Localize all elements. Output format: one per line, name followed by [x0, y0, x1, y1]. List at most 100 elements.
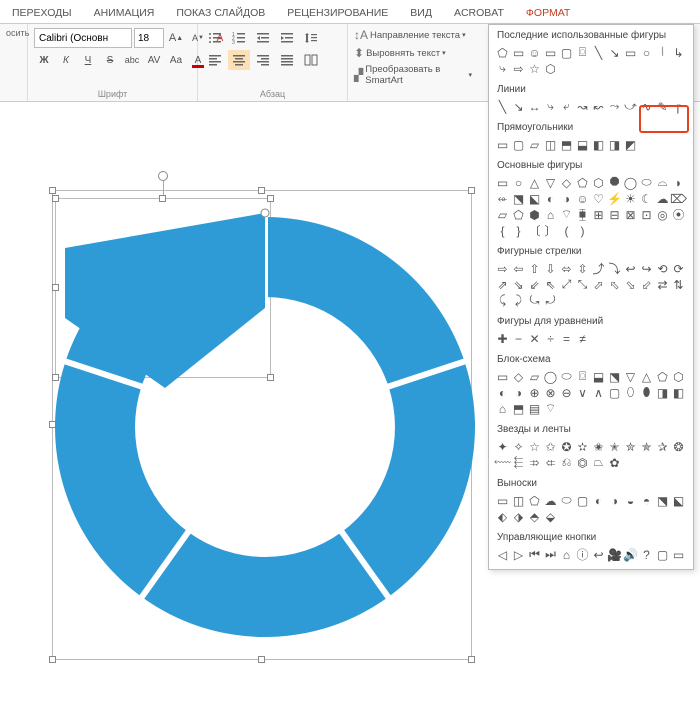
- c13[interactable]: ⬖: [495, 509, 510, 524]
- b32[interactable]: ⊟: [607, 207, 622, 222]
- rect-6[interactable]: ⬓: [575, 137, 590, 152]
- a21[interactable]: ⬂: [623, 277, 638, 292]
- a8[interactable]: ⤵: [607, 261, 622, 276]
- a7[interactable]: ⤴: [591, 261, 606, 276]
- line-6[interactable]: ↝: [575, 99, 590, 114]
- b35[interactable]: ◎: [655, 207, 670, 222]
- ab10[interactable]: ?: [639, 547, 654, 562]
- c9[interactable]: ◒: [623, 493, 638, 508]
- line-4[interactable]: ⤷: [543, 99, 558, 114]
- f14[interactable]: ◑: [511, 385, 526, 400]
- ab3[interactable]: ⏮: [527, 547, 542, 562]
- a5[interactable]: ⬄: [559, 261, 574, 276]
- c5[interactable]: ⬭: [559, 493, 574, 508]
- b25[interactable]: ▱: [495, 207, 510, 222]
- a20[interactable]: ⬁: [607, 277, 622, 292]
- convert-smartart-button[interactable]: ▞ Преобразовать в SmartArt ▾: [354, 64, 472, 86]
- shape-arrow-r[interactable]: ⇨: [511, 61, 526, 76]
- tab-acrobat[interactable]: ACROBAT: [452, 3, 506, 23]
- b17[interactable]: ◑: [559, 191, 574, 206]
- f7[interactable]: ⬓: [591, 369, 606, 384]
- eq4[interactable]: ÷: [543, 331, 558, 346]
- align-center-button[interactable]: [228, 50, 250, 70]
- b18[interactable]: ☺: [575, 191, 590, 206]
- f17[interactable]: ⊖: [559, 385, 574, 400]
- shape-arrow-line[interactable]: ↘: [607, 45, 622, 60]
- f4[interactable]: ◯: [543, 369, 558, 384]
- f13[interactable]: ◐: [495, 385, 510, 400]
- line-freeform[interactable]: ✎: [655, 99, 670, 114]
- eq5[interactable]: =: [559, 331, 574, 346]
- rect-9[interactable]: ◩: [623, 137, 638, 152]
- s17[interactable]: ⎌: [559, 455, 574, 470]
- b5[interactable]: ◇: [559, 175, 574, 190]
- rect-2[interactable]: ▢: [511, 137, 526, 152]
- rect-7[interactable]: ◧: [591, 137, 606, 152]
- b2[interactable]: ○: [511, 175, 526, 190]
- b14[interactable]: ⬔: [511, 191, 526, 206]
- numbering-button[interactable]: 123: [228, 28, 250, 48]
- shape-brace[interactable]: ⦚: [655, 45, 670, 60]
- b21[interactable]: ☀: [623, 191, 638, 206]
- f9[interactable]: ▽: [623, 369, 638, 384]
- eq6[interactable]: ≠: [575, 331, 590, 346]
- f11[interactable]: ⬠: [655, 369, 670, 384]
- font-size-combo[interactable]: [134, 28, 164, 48]
- c7[interactable]: ◐: [591, 493, 606, 508]
- f6[interactable]: ⌼: [575, 369, 590, 384]
- f5[interactable]: ⬭: [559, 369, 574, 384]
- strike-button[interactable]: S: [100, 50, 120, 70]
- line-9[interactable]: ⤻: [623, 99, 638, 114]
- line-1[interactable]: ╲: [495, 99, 510, 114]
- b33[interactable]: ⊠: [623, 207, 638, 222]
- line-7[interactable]: ↜: [591, 99, 606, 114]
- tab-review[interactable]: РЕЦЕНЗИРОВАНИЕ: [285, 3, 390, 23]
- a11[interactable]: ⟲: [655, 261, 670, 276]
- b27[interactable]: ⬢: [527, 207, 542, 222]
- shape-hex[interactable]: ⬡: [543, 61, 558, 76]
- f8[interactable]: ⬔: [607, 369, 622, 384]
- a27[interactable]: ⤿: [527, 293, 542, 308]
- b15[interactable]: ⬕: [527, 191, 542, 206]
- b16[interactable]: ◐: [543, 191, 558, 206]
- f2[interactable]: ◇: [511, 369, 526, 384]
- bullets-button[interactable]: [204, 28, 226, 48]
- ab9[interactable]: 🔊: [623, 547, 638, 562]
- font-name-combo[interactable]: [34, 28, 132, 48]
- b37[interactable]: {: [495, 223, 510, 238]
- columns-button[interactable]: [300, 50, 322, 70]
- a4[interactable]: ⇩: [543, 261, 558, 276]
- eq3[interactable]: ✕: [527, 331, 542, 346]
- a10[interactable]: ↪: [639, 261, 654, 276]
- c14[interactable]: ⬗: [511, 509, 526, 524]
- f23[interactable]: ◨: [655, 385, 670, 400]
- grow-font-button[interactable]: A▲: [166, 28, 186, 48]
- char-spacing-button[interactable]: AV: [144, 50, 164, 70]
- tab-view[interactable]: ВИД: [408, 3, 434, 23]
- line-2[interactable]: ↘: [511, 99, 526, 114]
- s16[interactable]: ⤂: [543, 455, 558, 470]
- c6[interactable]: ▢: [575, 493, 590, 508]
- a1[interactable]: ⇨: [495, 261, 510, 276]
- f16[interactable]: ⊗: [543, 385, 558, 400]
- b19[interactable]: ♡: [591, 191, 606, 206]
- a22[interactable]: ⬃: [639, 277, 654, 292]
- c15[interactable]: ⬘: [527, 509, 542, 524]
- s6[interactable]: ✫: [575, 439, 590, 454]
- s2[interactable]: ✧: [511, 439, 526, 454]
- s1[interactable]: ✦: [495, 439, 510, 454]
- b29[interactable]: ⌔: [559, 207, 574, 222]
- f26[interactable]: ⬒: [511, 401, 526, 416]
- shape-rect[interactable]: ▭: [543, 45, 558, 60]
- change-case-button[interactable]: Aa: [166, 50, 186, 70]
- f24[interactable]: ◧: [671, 385, 686, 400]
- shape-elbow[interactable]: ⤷: [495, 61, 510, 76]
- ab1[interactable]: ◁: [495, 547, 510, 562]
- b20[interactable]: ⚡: [607, 191, 622, 206]
- b3[interactable]: △: [527, 175, 542, 190]
- shape-textbox[interactable]: ▭: [511, 45, 526, 60]
- a17[interactable]: ⤢: [559, 277, 574, 292]
- rect-1[interactable]: ▭: [495, 137, 510, 152]
- line-8[interactable]: ⤳: [607, 99, 622, 114]
- increase-indent-button[interactable]: [276, 28, 298, 48]
